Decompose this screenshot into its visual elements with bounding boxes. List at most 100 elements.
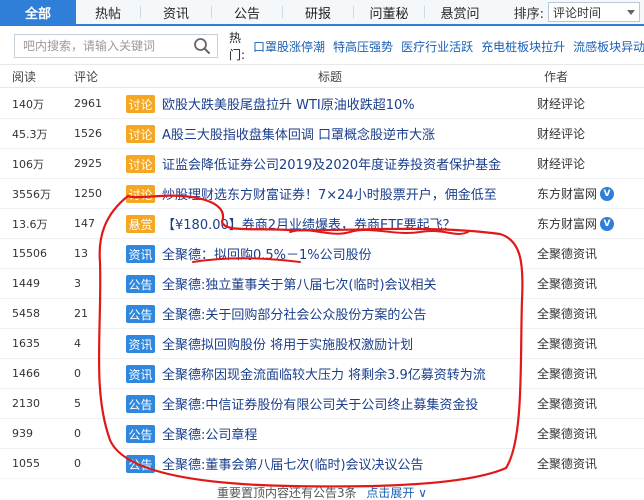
author-name: 全聚德资讯 <box>537 247 598 261</box>
search-input[interactable] <box>23 39 193 53</box>
post-type-badge: 资讯 <box>126 335 155 353</box>
tab-all[interactable]: 全部 <box>0 0 76 24</box>
post-type-badge: 悬赏 <box>126 215 155 233</box>
hot-topic-link[interactable]: 口罩股涨停潮 <box>253 38 325 55</box>
comment-count: 2961 <box>74 97 102 110</box>
post-type-badge: 公告 <box>126 275 155 293</box>
table-row: 1466 0 资讯 全聚德称因现金流面临较大压力 将剩余3.9亿募资转为流 全聚德资讯 <box>0 359 644 389</box>
post-title-link[interactable]: 欧股大跌美股尾盘拉升 WTI原油收跌超10% <box>162 94 522 113</box>
comment-count: 147 <box>74 217 95 230</box>
table-row: 1635 4 资讯 全聚德拟回购股份 将用于实施股权激励计划 全聚德资讯 <box>0 329 644 359</box>
sort-value: 评论时间 <box>553 5 602 20</box>
post-type-badge: 讨论 <box>126 185 155 203</box>
sort-select[interactable]: 评论时间 <box>548 2 640 22</box>
tab-announcements[interactable]: 公告 <box>212 0 282 24</box>
post-author[interactable]: 全聚德资讯 <box>537 365 597 382</box>
hot-topics-label: 热门: <box>229 31 246 62</box>
post-title-link[interactable]: A股三大股指收盘集体回调 口罩概念股逆市大涨 <box>162 124 522 143</box>
post-title-link[interactable]: 全聚德拟回购股份 将用于实施股权激励计划 <box>162 334 522 353</box>
comment-count: 0 <box>74 367 81 380</box>
post-title-link[interactable]: 全聚德:董事会第八届七次(临时)会议决议公告 <box>162 454 522 473</box>
hot-topic-link[interactable]: 充电桩板块拉升 <box>481 38 565 55</box>
post-author[interactable]: 财经评论 <box>537 155 585 172</box>
read-count: 2130 <box>12 397 40 410</box>
post-type-badge: 讨论 <box>126 125 155 143</box>
table-row: 2130 5 公告 全聚德:中信证券股份有限公司关于公司终止募集资金投 全聚德资讯 <box>0 389 644 419</box>
table-row: 13.6万 147 悬赏 【¥180.00】券商2月业绩爆表，券商ETF要起飞？ 东方财… <box>0 209 644 239</box>
post-author[interactable]: 全聚德资讯 <box>537 275 597 292</box>
post-list: 140万 2961 讨论 欧股大跌美股尾盘拉升 WTI原油收跌超10% 财经评论 45.3… <box>0 89 644 479</box>
table-row: 45.3万 1526 讨论 A股三大股指收盘集体回调 口罩概念股逆市大涨 财经评论 <box>0 119 644 149</box>
post-author[interactable]: 全聚德资讯 <box>537 425 597 442</box>
author-name: 全聚德资讯 <box>537 397 598 411</box>
post-author[interactable]: 全聚德资讯 <box>537 335 597 352</box>
search-row: 热门: 口罩股涨停潮 特高压强势 医疗行业活跃 充电桩板块拉升 流感板块异动 <box>0 31 644 62</box>
tab-bounty-questions[interactable]: 悬赏问 <box>425 0 495 24</box>
comment-count: 3 <box>74 277 81 290</box>
author-name: 全聚德资讯 <box>537 367 598 381</box>
post-type-badge: 公告 <box>126 305 155 323</box>
post-title-link[interactable]: 【¥180.00】券商2月业绩爆表，券商ETF要起飞？ <box>162 214 522 233</box>
read-count: 15506 <box>12 247 47 260</box>
post-type-badge: 资讯 <box>126 365 155 383</box>
post-title-link[interactable]: 全聚德称因现金流面临较大压力 将剩余3.9亿募资转为流 <box>162 364 522 383</box>
comment-count: 1250 <box>74 187 102 200</box>
expand-link[interactable]: 点击展开 <box>366 486 414 500</box>
column-author: 作者 <box>544 69 569 84</box>
hot-topic-link[interactable]: 流感板块异动 <box>573 38 644 55</box>
author-name: 财经评论 <box>537 97 586 111</box>
sort-label: 排序: <box>513 6 544 22</box>
post-title-link[interactable]: 全聚德：拟回购0.5%－1%公司股份 <box>162 244 522 263</box>
post-title-link[interactable]: 证监会降低证券公司2019及2020年度证券投资者保护基金 <box>162 154 522 173</box>
comment-count: 4 <box>74 337 81 350</box>
post-type-badge: 公告 <box>126 395 155 413</box>
post-author[interactable]: 东方财富网 V <box>537 215 615 232</box>
read-count: 45.3万 <box>12 127 48 141</box>
tab-ask-secretary[interactable]: 问董秘 <box>354 0 424 24</box>
tab-research[interactable]: 研报 <box>283 0 353 24</box>
author-name: 全聚德资讯 <box>537 457 598 471</box>
comment-count: 21 <box>74 307 88 320</box>
post-title-link[interactable]: 全聚德:中信证券股份有限公司关于公司终止募集资金投 <box>162 394 522 413</box>
author-name: 财经评论 <box>537 157 586 171</box>
post-author[interactable]: 财经评论 <box>537 95 585 112</box>
comment-count: 5 <box>74 397 81 410</box>
tab-news[interactable]: 资讯 <box>141 0 211 24</box>
table-row: 5458 21 公告 全聚德:关于回购部分社会公众股份方案的公告 全聚德资讯 <box>0 299 644 329</box>
post-title-link[interactable]: 全聚德:独立董事关于第八届七次(临时)会议相关 <box>162 274 522 293</box>
tab-hot-posts[interactable]: 热帖 <box>76 0 140 24</box>
table-row: 1449 3 公告 全聚德:独立董事关于第八届七次(临时)会议相关 全聚德资讯 <box>0 269 644 299</box>
author-name: 东方财富网 <box>537 217 598 231</box>
chevron-down-icon: ∨ <box>418 486 428 500</box>
read-count: 5458 <box>12 307 40 320</box>
post-author[interactable]: 东方财富网 V <box>537 185 615 202</box>
hot-topic-link[interactable]: 医疗行业活跃 <box>401 38 473 55</box>
comment-count: 13 <box>74 247 88 260</box>
post-author[interactable]: 全聚德资讯 <box>537 455 597 472</box>
read-count: 106万 <box>12 157 44 171</box>
author-name: 财经评论 <box>537 127 586 141</box>
comment-count: 2925 <box>74 157 102 170</box>
table-row: 939 0 公告 全聚德:公司章程 全聚德资讯 <box>0 419 644 449</box>
post-title-link[interactable]: 全聚德:公司章程 <box>162 424 522 443</box>
post-title-link[interactable]: 全聚德:关于回购部分社会公众股份方案的公告 <box>162 304 522 323</box>
read-count: 939 <box>12 427 33 440</box>
comment-count: 1526 <box>74 127 102 140</box>
post-author[interactable]: 全聚德资讯 <box>537 305 597 322</box>
post-author[interactable]: 全聚德资讯 <box>537 395 597 412</box>
search-icon[interactable] <box>193 37 211 55</box>
sort-control: 排序: 评论时间 <box>514 0 644 24</box>
read-count: 1466 <box>12 367 40 380</box>
column-read: 阅读 <box>12 69 37 84</box>
read-count: 1055 <box>12 457 40 470</box>
table-row: 3556万 1250 讨论 炒股理财选东方财富证券！7×24小时股票开户，佣金低至 东方… <box>0 179 644 209</box>
read-count: 1449 <box>12 277 40 290</box>
hot-topic-link[interactable]: 特高压强势 <box>333 38 393 55</box>
post-title-link[interactable]: 炒股理财选东方财富证券！7×24小时股票开户，佣金低至 <box>162 184 522 203</box>
post-author[interactable]: 财经评论 <box>537 125 585 142</box>
tab-bar: 全部 热帖 资讯 公告 研报 问董秘 悬赏问 排序: 评论时间 <box>0 0 644 26</box>
column-comment: 评论 <box>74 69 99 84</box>
comment-count: 0 <box>74 457 81 470</box>
post-author[interactable]: 全聚德资讯 <box>537 245 597 262</box>
pinned-footer-text: 重要置顶内容还有公告3条 <box>216 486 357 500</box>
